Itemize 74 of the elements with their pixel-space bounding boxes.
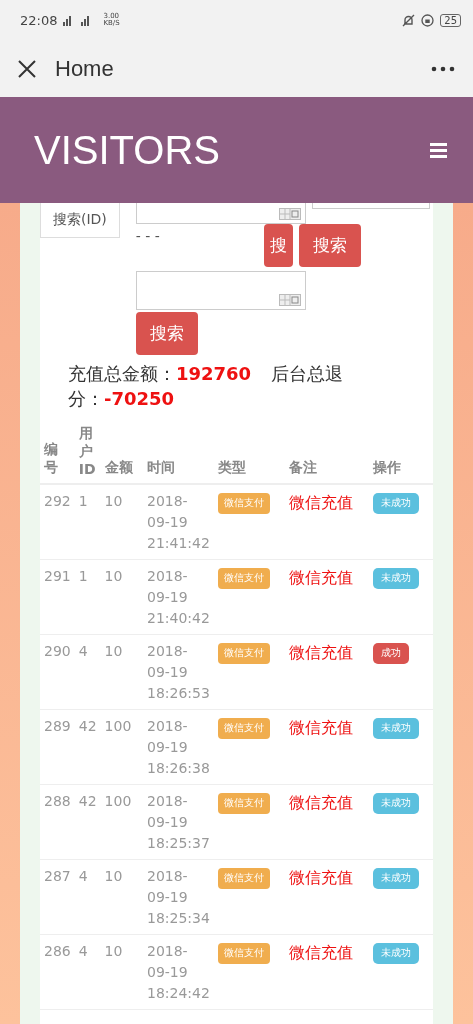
range-separator: - - - (135, 227, 161, 244)
menu-icon[interactable] (430, 142, 447, 158)
table-cell: 1 (74, 559, 101, 635)
table-cell: 292 (40, 484, 75, 560)
table-cell: 100 (100, 709, 143, 785)
table-cell: 286 (40, 934, 75, 1010)
column-header: 用户ID (74, 421, 101, 485)
payment-type-tag: 微信支付 (217, 493, 270, 514)
table-cell: 2018-09-19 21:40:42 (142, 559, 214, 635)
table-cell: 2018-09-19 18:26:38 (142, 709, 214, 785)
table-cell: 微信充值 (284, 859, 370, 935)
calendar-icon (278, 294, 301, 306)
column-header: 编号 (40, 421, 75, 485)
page-title: Home (55, 55, 115, 82)
payment-type-tag: 微信支付 (217, 718, 270, 739)
payment-type-tag: 微信支付 (217, 568, 270, 589)
table-cell: 微信充值 (284, 484, 370, 560)
table-cell: 10 (100, 634, 143, 710)
table-cell: 290 (40, 634, 75, 710)
table-cell: 微信充值 (284, 634, 370, 710)
search-id-button[interactable]: 搜索(ID) (40, 203, 120, 238)
payment-type-tag: 微信支付 (217, 643, 270, 664)
table-cell: 1 (74, 484, 101, 560)
table-cell: 10 (100, 934, 143, 1010)
table-cell: 10 (100, 859, 143, 935)
payment-type-tag: 微信支付 (217, 868, 270, 889)
column-header: 时间 (142, 421, 214, 485)
bell-off-icon (402, 13, 416, 27)
column-header: 操作 (369, 421, 433, 485)
table-cell: 288 (40, 784, 75, 860)
table-cell: 289 (40, 709, 75, 785)
table-cell: 10 (100, 559, 143, 635)
column-header: 备注 (284, 421, 370, 485)
status-badge: 未成功 (373, 493, 420, 514)
table-cell: 287 (40, 859, 75, 935)
more-icon[interactable] (431, 65, 455, 72)
payment-type-tag: 微信支付 (217, 793, 270, 814)
table-cell: 2018-09-19 18:25:37 (142, 784, 214, 860)
payment-type-tag: 微信支付 (217, 943, 270, 964)
brand-title: VISITORS (34, 127, 220, 173)
table-cell: 10 (100, 484, 143, 560)
status-badge: 未成功 (373, 868, 420, 889)
date-field[interactable] (135, 203, 306, 224)
table-cell: 4 (74, 859, 101, 935)
table-cell: 微信充值 (284, 784, 370, 860)
table-cell: 291 (40, 559, 75, 635)
table-cell: 42 (74, 709, 101, 785)
search-button[interactable]: 搜索 (135, 312, 198, 355)
table-cell: 微信充值 (284, 709, 370, 785)
status-badge: 成功 (373, 643, 410, 664)
status-badge: 未成功 (373, 943, 420, 964)
column-header: 金额 (100, 421, 143, 485)
date-field[interactable] (135, 271, 306, 310)
table-cell: 2018-09-19 18:24:42 (142, 934, 214, 1010)
status-badge: 未成功 (373, 568, 420, 589)
table-cell: 2018-09-19 18:25:34 (142, 859, 214, 935)
table-cell: 4 (74, 634, 101, 710)
table-cell: 微信充值 (284, 559, 370, 635)
column-header: 类型 (213, 421, 285, 485)
status-badge: 未成功 (373, 718, 420, 739)
close-icon[interactable] (17, 58, 37, 79)
table-cell: 2018-09-19 18:26:53 (142, 634, 214, 710)
table-cell: 4 (74, 934, 101, 1010)
table-cell: 微信充值 (284, 934, 370, 1010)
table-cell: 42 (74, 784, 101, 860)
search-button[interactable]: 搜 (263, 224, 293, 267)
calendar-icon (278, 208, 301, 220)
table-cell: 100 (100, 784, 143, 860)
totals-summary: 充值总金额：192760 后台总退分：-70250 (67, 362, 345, 412)
clock-time: 22:08 (20, 12, 58, 28)
battery-level: 25 (440, 13, 461, 27)
status-badge: 未成功 (373, 793, 420, 814)
table-cell: 2018-09-19 21:41:42 (142, 484, 214, 560)
search-button[interactable]: 搜索 (298, 224, 361, 267)
